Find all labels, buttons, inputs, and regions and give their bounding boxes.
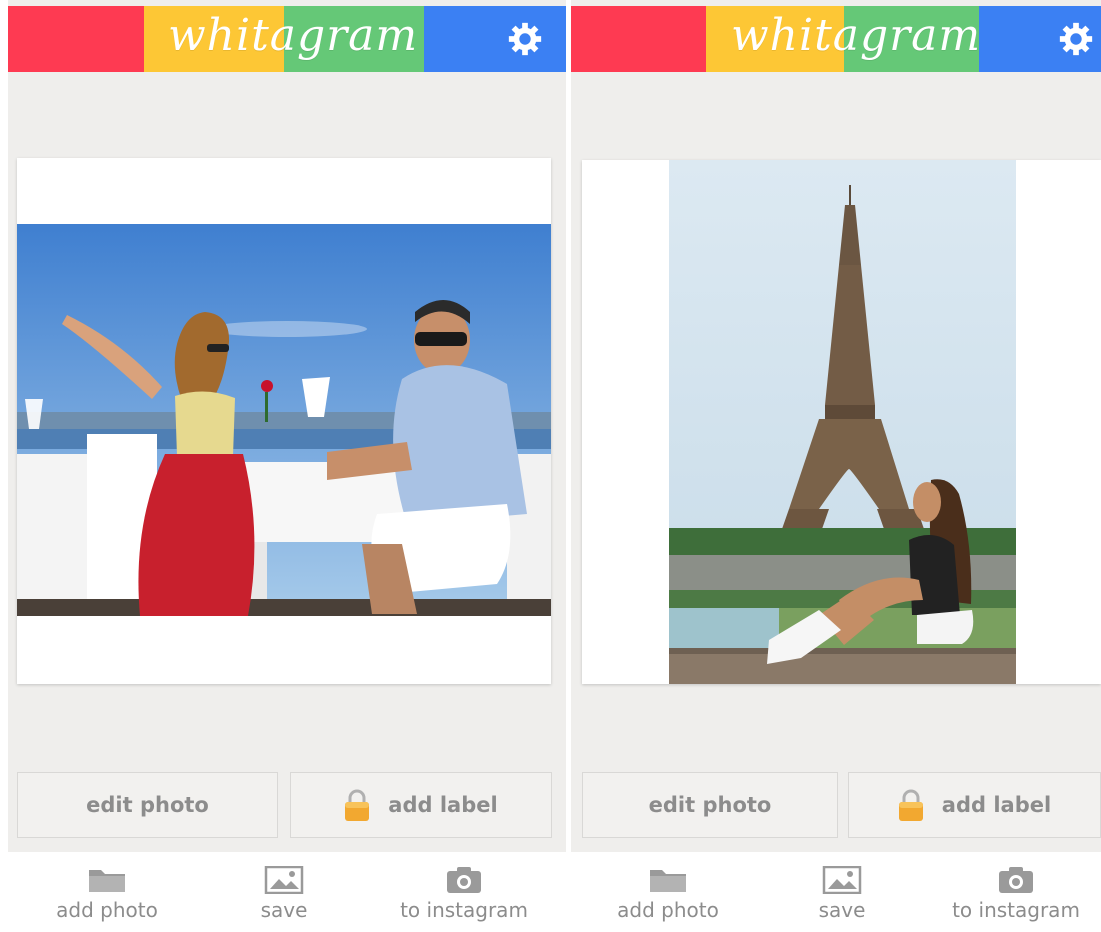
app-logo: whitagram	[731, 10, 982, 61]
bottom-toolbar: add photo save to instagram	[8, 852, 566, 932]
app-logo: whitagram	[168, 10, 419, 61]
add-label-button[interactable]: add label	[848, 772, 1101, 838]
header-stripe-blue	[424, 6, 566, 72]
to-instagram-button[interactable]: to instagram	[394, 866, 534, 922]
edit-photo-button[interactable]: edit photo	[582, 772, 838, 838]
header-stripe-red	[571, 6, 706, 72]
gear-icon[interactable]	[1057, 20, 1095, 58]
add-photo-button[interactable]: add photo	[613, 866, 723, 922]
folder-icon	[650, 870, 686, 892]
edit-photo-button[interactable]: edit photo	[17, 772, 278, 838]
folder-icon	[89, 870, 125, 892]
add-photo-label: add photo	[56, 898, 158, 922]
bottom-toolbar: add photo save to instagram	[571, 852, 1101, 932]
to-instagram-button[interactable]: to instagram	[946, 866, 1086, 922]
save-button[interactable]: save	[812, 866, 872, 922]
add-photo-label: add photo	[617, 898, 719, 922]
add-photo-button[interactable]: add photo	[52, 866, 162, 922]
lock-icon	[898, 789, 923, 821]
app-screen-left: whitagram edit photo add label add photo…	[8, 0, 566, 932]
app-header: whitagram	[8, 6, 566, 72]
edit-photo-label: edit photo	[86, 793, 209, 817]
image-icon	[822, 866, 862, 894]
gear-icon[interactable]	[506, 20, 544, 58]
add-label-label: add label	[388, 793, 498, 817]
save-label: save	[260, 898, 308, 922]
header-stripe-red	[8, 6, 144, 72]
add-label-label: add label	[941, 793, 1052, 817]
photo-frame	[582, 160, 1101, 684]
photo-eiffel-tower	[669, 160, 1016, 684]
camera-icon	[999, 867, 1033, 893]
edit-photo-label: edit photo	[648, 793, 772, 817]
app-screen-right: whitagram edit photo add label add photo…	[571, 0, 1101, 932]
save-label: save	[818, 898, 866, 922]
image-icon	[264, 866, 304, 894]
to-instagram-label: to instagram	[952, 898, 1080, 922]
app-header: whitagram	[571, 6, 1101, 72]
photo-frame	[17, 158, 551, 684]
lock-icon	[345, 789, 370, 821]
save-button[interactable]: save	[254, 866, 314, 922]
add-label-button[interactable]: add label	[290, 772, 552, 838]
camera-icon	[447, 867, 481, 893]
photo-couple	[17, 224, 551, 616]
to-instagram-label: to instagram	[400, 898, 528, 922]
